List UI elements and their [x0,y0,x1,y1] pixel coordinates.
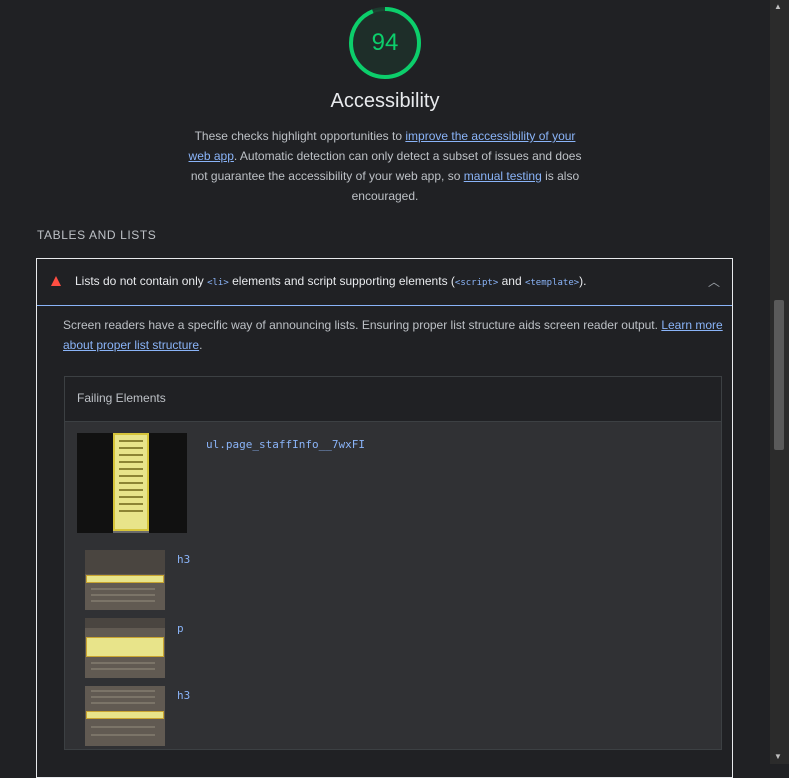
category-title: Accessibility [330,90,440,112]
audit-description-text: Screen readers have a specific way of an… [63,318,662,332]
audit-title: Lists do not contain only <li> elements … [75,274,587,288]
audit-description-text: . [199,338,203,352]
audit-title-text: ). [579,274,587,288]
score-value: 94 [371,29,399,56]
description-text: These checks highlight opportunities to [194,129,406,143]
audit-title-text: elements and script supporting elements … [228,274,455,288]
group-title: TABLES AND LISTS [37,228,157,242]
fail-triangle-icon [51,276,61,286]
manual-testing-link[interactable]: manual testing [464,169,542,183]
node-selector[interactable]: ul.page_staffInfo__7wxFI [206,438,365,451]
report-main: 94 Accessibility These checks highlight … [0,0,770,778]
node-selector[interactable]: h3 [177,689,190,702]
node-selector[interactable]: p [177,622,184,635]
element-screenshot[interactable] [85,618,165,678]
audit-title-text: Lists do not contain only [75,274,208,288]
node-selector[interactable]: h3 [177,553,190,566]
vertical-scrollbar[interactable]: ▲ ▼ [770,0,789,764]
score-gauge[interactable]: 94 [347,5,423,81]
code-li: <li> [207,278,229,288]
code-script: <script> [454,278,499,288]
scroll-up-icon[interactable]: ▲ [774,2,782,11]
audit-item: Lists do not contain only <li> elements … [36,258,733,778]
element-screenshot[interactable] [77,433,187,533]
audit-header[interactable]: Lists do not contain only <li> elements … [37,259,732,306]
failing-elements-header: Failing Elements [65,377,721,422]
scrollbar-thumb[interactable] [774,300,784,450]
code-template: <template> [524,278,580,288]
audit-description: Screen readers have a specific way of an… [63,315,723,355]
category-description: These checks highlight opportunities to … [185,126,585,206]
audit-title-text: and [498,274,525,288]
scroll-down-icon[interactable]: ▼ [774,752,782,761]
chevron-up-icon[interactable]: ︿ [708,273,720,290]
element-screenshot[interactable] [85,686,165,746]
failing-elements-table: Failing Elements ul.page_staffInfo__7wxF… [64,376,722,750]
element-screenshot[interactable] [85,550,165,610]
